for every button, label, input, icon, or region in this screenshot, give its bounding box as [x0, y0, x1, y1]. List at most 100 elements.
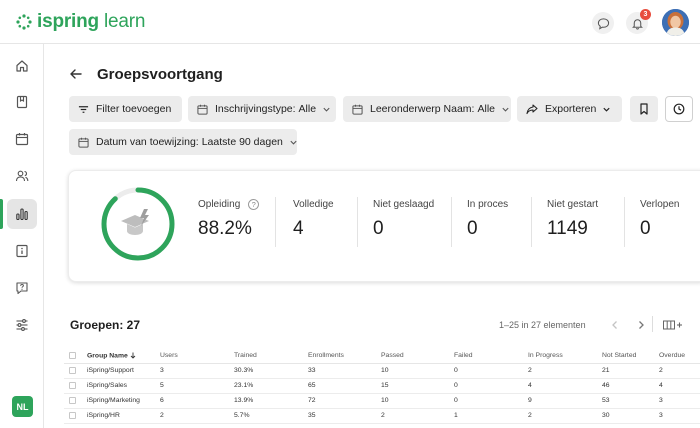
stats-card: Opleiding? 88.2% Volledige 4 Niet geslaa… — [68, 170, 700, 282]
select-all-checkbox[interactable] — [64, 348, 87, 364]
cell-overdue: 3 — [659, 408, 700, 424]
cell-in-progress: 9 — [528, 393, 602, 409]
add-filter-button[interactable]: Filter toevoegen — [69, 96, 182, 122]
stat-failed-value: 0 — [373, 218, 384, 239]
sidebar-item-reports[interactable] — [7, 199, 37, 229]
stat-divider — [624, 197, 625, 247]
top-bar: ispring learn 3 — [0, 0, 700, 44]
cell-passed: 15 — [381, 378, 454, 394]
row-checkbox[interactable] — [64, 393, 87, 409]
cell-enrollments: 35 — [308, 408, 381, 424]
chevron-down-icon — [323, 107, 330, 112]
column-header-not-started[interactable]: Not Started — [602, 348, 659, 364]
sidebar-item-home[interactable] — [7, 51, 37, 81]
info-icon — [16, 244, 28, 258]
cell-in-progress: 2 — [528, 363, 602, 379]
user-avatar[interactable] — [662, 9, 689, 36]
cell-group-name[interactable]: iSpring/Sales — [87, 378, 160, 394]
stat-expired-label: Verlopen — [640, 199, 680, 210]
row-checkbox[interactable] — [64, 408, 87, 424]
user-initials-button[interactable]: NL — [12, 396, 33, 417]
column-header-users[interactable]: Users — [160, 348, 234, 364]
cell-overdue: 2 — [659, 363, 700, 379]
stat-divider — [357, 197, 358, 247]
stat-training-label: Opleiding — [198, 199, 241, 210]
table-row[interactable]: iSpring/HR 2 5.7% 35 2 1 2 30 3 — [64, 408, 700, 424]
history-button[interactable] — [665, 96, 693, 122]
column-settings-icon[interactable] — [662, 318, 684, 332]
sidebar-item-help[interactable] — [7, 273, 37, 303]
cell-failed: 0 — [454, 378, 528, 394]
sidebar-item-calendar[interactable] — [7, 124, 37, 154]
table-row[interactable]: iSpring/Marketing 6 13.9% 72 10 0 9 53 3 — [64, 393, 700, 409]
stat-failed: Niet geslaagd 0 — [373, 199, 434, 240]
topic-name-filter[interactable]: Leeronderwerp Naam: Alle — [343, 96, 511, 122]
cell-failed: 1 — [454, 408, 528, 424]
graduation-cap-icon — [121, 209, 149, 235]
stat-training-value: 88.2% — [198, 218, 252, 239]
sidebar-item-users[interactable] — [7, 161, 37, 191]
cell-group-name[interactable]: iSpring/Marketing — [87, 393, 160, 409]
row-checkbox[interactable] — [64, 378, 87, 394]
cell-users: 2 — [160, 408, 234, 424]
table-row[interactable]: iSpring/Support 3 30.3% 33 10 0 2 21 2 — [64, 363, 700, 379]
column-header-passed[interactable]: Passed — [381, 348, 454, 364]
users-icon — [15, 170, 29, 182]
chevron-down-icon — [603, 107, 610, 112]
column-header-failed[interactable]: Failed — [454, 348, 528, 364]
assignment-date-filter[interactable]: Datum van toewijzing: Laatste 90 dagen — [69, 129, 297, 155]
calendar-icon — [78, 137, 89, 148]
stat-training: Opleiding? 88.2% — [198, 199, 260, 240]
stat-not-started: Niet gestart 1149 — [547, 199, 598, 240]
stat-divider — [451, 197, 452, 247]
ispring-logo[interactable]: ispring learn — [16, 11, 145, 33]
back-arrow-icon[interactable] — [68, 66, 84, 82]
assignment-date-value: Laatste 90 dagen — [201, 136, 283, 148]
table-row[interactable]: iSpring/Sales 5 23.1% 65 15 0 4 46 4 — [64, 378, 700, 394]
logo-text-light: learn — [98, 11, 146, 32]
sidebar-item-info[interactable] — [7, 236, 37, 266]
notifications-button[interactable]: 3 — [626, 9, 651, 34]
stat-completed-value: 4 — [293, 218, 304, 239]
enrollment-type-filter[interactable]: Inschrijvingstype: Alle — [188, 96, 336, 122]
calendar-icon — [352, 104, 363, 115]
chevron-down-icon — [290, 140, 297, 145]
cell-enrollments: 33 — [308, 363, 381, 379]
sidebar-item-settings[interactable] — [7, 310, 37, 340]
stat-in-progress: In proces 0 — [467, 199, 508, 240]
column-header-overdue[interactable]: Overdue — [659, 348, 700, 364]
sort-down-icon — [130, 352, 136, 359]
filter-icon — [78, 105, 89, 113]
column-header-group-name-label: Group Name — [87, 351, 128, 359]
stat-failed-label: Niet geslaagd — [373, 199, 435, 210]
column-header-group-name[interactable]: Group Name — [87, 348, 160, 364]
groups-table: Group Name Users Trained Enrollments Pas… — [64, 348, 700, 424]
column-header-trained[interactable]: Trained — [234, 348, 308, 364]
help-icon — [16, 282, 28, 295]
stat-not-started-label: Niet gestart — [547, 199, 599, 210]
export-button[interactable]: Exporteren — [517, 96, 622, 122]
cell-enrollments: 65 — [308, 378, 381, 394]
column-header-in-progress[interactable]: In Progress — [528, 348, 602, 364]
cell-not-started: 21 — [602, 363, 659, 379]
chat-button[interactable] — [592, 12, 614, 34]
cell-group-name[interactable]: iSpring/Support — [87, 363, 160, 379]
bookmark-icon — [640, 103, 648, 115]
cell-failed: 0 — [454, 393, 528, 409]
column-header-enrollments[interactable]: Enrollments — [308, 348, 381, 364]
sidebar-item-courses[interactable] — [7, 87, 37, 117]
previous-page-icon[interactable] — [608, 318, 622, 332]
stat-divider — [531, 197, 532, 247]
bookmark-button[interactable] — [630, 96, 658, 122]
cell-group-name[interactable]: iSpring/HR — [87, 408, 160, 424]
pagination-separator — [652, 316, 653, 332]
add-filter-label: Filter toevoegen — [96, 103, 172, 115]
next-page-icon[interactable] — [634, 318, 648, 332]
book-icon — [16, 95, 28, 109]
help-circle-icon[interactable]: ? — [248, 199, 260, 210]
row-checkbox[interactable] — [64, 363, 87, 379]
stat-expired-value: 0 — [640, 218, 651, 239]
topic-name-value: Alle — [477, 103, 495, 115]
enrollment-type-label: Inschrijvingstype: — [215, 103, 296, 115]
home-icon — [16, 60, 28, 72]
